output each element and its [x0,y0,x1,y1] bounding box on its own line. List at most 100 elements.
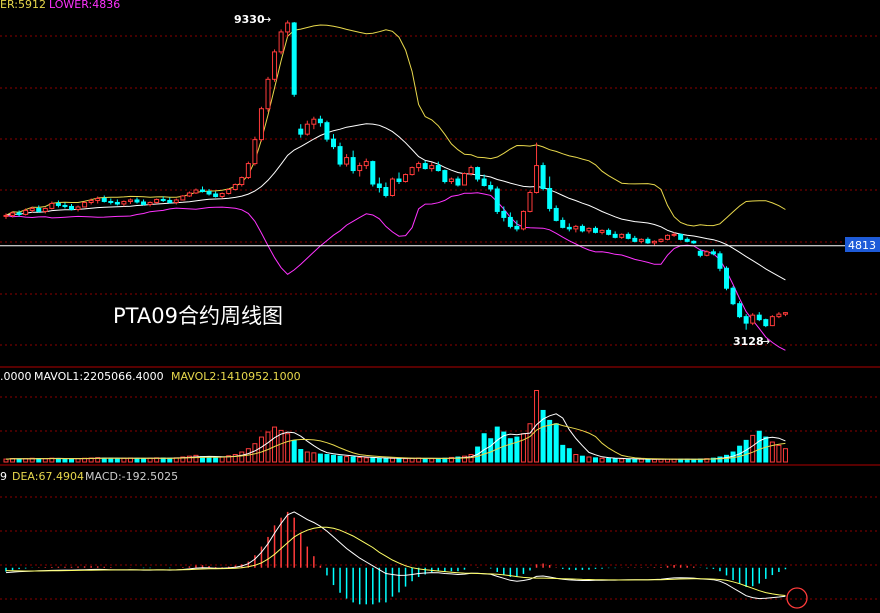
candle-body [560,219,566,228]
candle-body [193,189,199,194]
volume-bar [573,454,579,463]
candle-body [55,202,61,206]
volume-bar [763,436,769,463]
high-arrow-icon: → [262,13,271,26]
candle-body [481,178,487,187]
candle-body [350,157,356,172]
volume-bar [645,458,651,463]
boll-upper-line [5,24,786,227]
candle-body [108,200,114,203]
candle-body [82,201,88,208]
candle-body [36,207,42,212]
candle-body [213,193,219,197]
volume-bar [376,457,382,463]
volume-bar [265,431,271,463]
candle-body [88,199,94,203]
volume-bar [494,426,500,463]
high-price-label: 9330 [234,13,265,26]
volume-bar [317,453,323,463]
candle-body [337,146,343,165]
volume-bar [422,458,428,463]
candle-body [62,204,68,207]
volume-bar [252,443,258,463]
bollinger-bands [5,24,786,351]
candle-body [344,157,350,165]
volume-bar [258,436,264,463]
volume-bar [272,426,278,463]
volume-bar [350,456,356,463]
candle-body [665,234,671,240]
candle-body [317,118,323,124]
volume-bar [108,457,114,463]
volume-bar [219,456,225,463]
candle-body [291,22,297,95]
candle-body [501,210,507,218]
candle-body [272,51,278,80]
candle-body [389,178,395,196]
candle-body [586,227,592,232]
candle-body [239,177,245,186]
candle-body [678,233,684,240]
volume-bar [298,449,304,463]
volume-bar [429,458,435,463]
candle-body [160,198,166,201]
candle-body [507,216,513,227]
volume-bar [141,458,147,463]
candle-body [147,201,153,205]
candle-body [154,198,160,203]
candle-body [311,118,317,125]
candle-body [3,214,9,217]
volume-bar [651,458,657,463]
candle-body [724,267,729,289]
candle-body [743,316,749,324]
macd-dea-value: DEA:67.4904 [12,470,84,483]
candle-body [691,240,697,244]
boll-lower-value: LOWER:4836 [49,0,120,11]
volume-bar [396,458,402,463]
candle-body [42,207,48,212]
low-price-label: 3128 [733,335,764,348]
candle-body [370,161,376,185]
volume-bar [213,456,219,463]
macd-dif-line [5,511,786,600]
volume-bar [331,454,336,463]
low-arrow-icon: → [761,335,770,348]
candle-body [75,206,81,210]
volume-bar [357,456,363,463]
candle-body [114,201,120,205]
candle-body [232,184,238,190]
volume-bar [599,457,605,463]
highlight-circle [786,587,808,609]
candle-body [278,31,284,53]
candlestick-series [3,20,788,330]
candle-body [710,251,716,255]
candle-body [376,183,382,189]
volume-bar [324,454,330,463]
candle-body [226,188,232,194]
candle-body [553,207,559,221]
candle-body [95,197,101,201]
candle-body [442,170,448,183]
candle-body [704,251,710,256]
candle-body [10,212,16,216]
candle-body [167,199,173,203]
volume-bar [632,458,638,463]
candle-body [619,233,625,238]
candle-body [612,233,618,238]
volume-bar [42,458,48,463]
macd-dif-value: 9 [0,470,7,483]
candle-body [632,237,638,242]
volume-bar [547,419,553,463]
candle-body [422,163,428,170]
volume-bar [782,448,788,463]
candle-body [186,192,192,197]
volume-bar [488,438,494,463]
candle-body [468,167,474,175]
candle-body [475,167,481,180]
candle-body [16,212,22,215]
candle-body [625,233,631,239]
volume-bar [167,457,173,463]
mavol1-line [5,413,786,460]
candle-body [599,229,605,233]
candle-body [69,205,74,210]
